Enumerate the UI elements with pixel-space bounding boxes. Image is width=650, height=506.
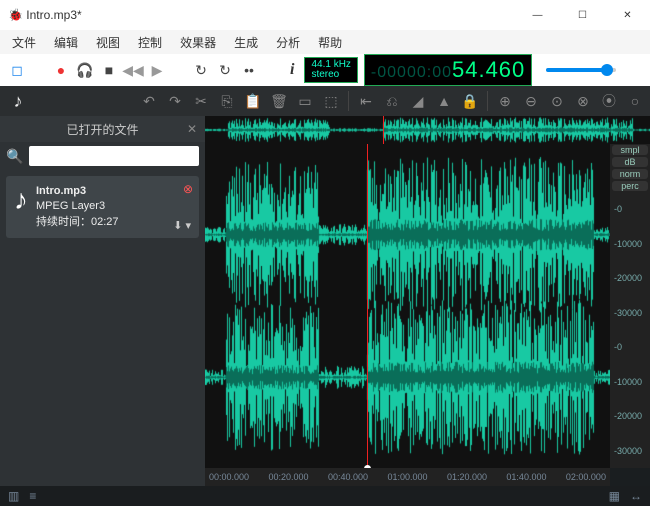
rewind-button[interactable]: ◀◀ <box>124 61 142 79</box>
statusbar: ▥ ≡ ▦ ↔ <box>0 486 650 506</box>
sidebar-title: 已打开的文件 <box>66 121 138 138</box>
edit-toolbar: ♪ ↶ ↷ ✂ ⎘ 📋 🗑 ▭ ⬚ ⇤ ⎌ ◢ ▲ 🔒 ⊕ ⊖ ⊙ ⊗ ⦿ ○ <box>0 86 650 116</box>
zoom-out-button[interactable]: ⊖ <box>522 93 540 110</box>
file-close-icon[interactable]: ⊗ <box>183 182 193 196</box>
menu-view[interactable]: 视图 <box>88 32 128 53</box>
more-button[interactable]: •• <box>240 61 258 79</box>
zoom-in-button[interactable]: ⊕ <box>496 93 514 110</box>
menubar: 文件 编辑 视图 控制 效果器 生成 分析 帮助 <box>0 30 650 54</box>
zoom-sel-button[interactable]: ⊗ <box>574 93 592 110</box>
scale-tick: -0 <box>614 342 622 352</box>
time-tick: 01:20.000 <box>447 472 487 482</box>
time-tick: 00:00.000 <box>209 472 249 482</box>
paste-button[interactable]: 📋 <box>244 93 262 110</box>
amplitude-scale: smpl dB norm perc -0 -10000 -20000 -30000 -0… <box>610 144 650 468</box>
menu-control[interactable]: 控制 <box>130 32 170 53</box>
scale-tick: -20000 <box>614 273 642 283</box>
menu-edit[interactable]: 编辑 <box>46 32 86 53</box>
window-title: Intro.mp3* <box>26 8 81 22</box>
sidebar-close-icon[interactable]: ✕ <box>187 122 197 136</box>
menu-help[interactable]: 帮助 <box>310 32 350 53</box>
time-tick: 01:40.000 <box>506 472 546 482</box>
status-icon-1[interactable]: ▥ <box>8 489 19 503</box>
fade1-button[interactable]: ⇤ <box>357 93 375 110</box>
status-icon-3[interactable]: ▦ <box>609 489 620 503</box>
search-icon[interactable]: 🔍 <box>6 148 23 165</box>
zoom-fit-button[interactable]: ⊙ <box>548 93 566 110</box>
channel-mode: stereo <box>311 70 350 80</box>
menu-effects[interactable]: 效果器 <box>172 32 224 53</box>
sidebar-header: 已打开的文件 ✕ <box>0 116 205 142</box>
status-icon-2[interactable]: ≡ <box>29 489 36 503</box>
time-tick: 02:00.000 <box>566 472 606 482</box>
loop1-button[interactable]: ↻ <box>192 61 210 79</box>
timecode-low: 54.460 <box>452 57 525 83</box>
overview-playhead[interactable] <box>383 116 384 144</box>
overview-waveform[interactable] <box>205 116 650 144</box>
select-button[interactable]: ⬚ <box>322 93 340 110</box>
time-tick: 00:40.000 <box>328 472 368 482</box>
file-duration: 持续时间：02:27 <box>36 215 191 230</box>
time-tick: 01:00.000 <box>387 472 427 482</box>
scale-mode-perc[interactable]: perc <box>612 181 648 191</box>
timecode-display: -00000:00 54.460 <box>364 54 532 86</box>
undo-button[interactable]: ↶ <box>140 93 158 110</box>
menu-analyze[interactable]: 分析 <box>268 32 308 53</box>
menu-generate[interactable]: 生成 <box>226 32 266 53</box>
fade4-button[interactable]: ▲ <box>435 93 453 109</box>
stop-button[interactable]: ■ <box>100 61 118 79</box>
time-tick: 00:20.000 <box>268 472 308 482</box>
scale-mode-smpl[interactable]: smpl <box>612 145 648 155</box>
record-button[interactable]: ● <box>52 61 70 79</box>
play-button[interactable]: ▶ <box>148 61 166 79</box>
lock-button[interactable]: 🔒 <box>461 93 479 110</box>
file-card[interactable]: ♪ Intro.mp3 MPEG Layer3 持续时间：02:27 ⊗ ⬇ ▾ <box>6 176 199 238</box>
maximize-button[interactable]: ☐ <box>560 0 605 30</box>
file-codec: MPEG Layer3 <box>36 199 191 214</box>
crop-button[interactable]: ▭ <box>296 93 314 110</box>
monitor-button[interactable]: 🎧 <box>76 61 94 79</box>
app-icon: 🐞 <box>8 8 23 22</box>
fade2-button[interactable]: ⎌ <box>383 93 401 110</box>
scale-tick: -30000 <box>614 446 642 456</box>
search-input[interactable] <box>29 146 199 166</box>
file-note-icon: ♪ <box>14 184 28 230</box>
minimize-button[interactable]: — <box>515 0 560 30</box>
file-title: Intro.mp3 <box>36 184 191 199</box>
loop-region-icon[interactable]: ◻ <box>8 61 26 79</box>
status-icon-4[interactable]: ↔ <box>630 489 642 503</box>
scale-tick: -0 <box>614 204 622 214</box>
sidebar: 已打开的文件 ✕ 🔍 ♪ Intro.mp3 MPEG Layer3 持续时间：… <box>0 116 205 486</box>
fade3-button[interactable]: ◢ <box>409 93 427 110</box>
tool1-button[interactable]: ⦿ <box>600 91 618 111</box>
redo-button[interactable]: ↷ <box>166 93 184 110</box>
info-icon[interactable]: i <box>290 61 294 79</box>
delete-button[interactable]: 🗑 <box>270 93 288 110</box>
file-download-icon[interactable]: ⬇ ▾ <box>173 219 191 232</box>
close-button[interactable]: ✕ <box>605 0 650 30</box>
scale-tick: -30000 <box>614 308 642 318</box>
scale-tick: -10000 <box>614 239 642 249</box>
main-waveform[interactable] <box>205 144 610 468</box>
tool2-button[interactable]: ○ <box>626 93 644 109</box>
playhead[interactable] <box>367 144 368 468</box>
scale-tick: -10000 <box>614 377 642 387</box>
timecode-high: -00000:00 <box>371 64 452 82</box>
menu-file[interactable]: 文件 <box>4 32 44 53</box>
track-note-icon: ♪ <box>6 91 30 112</box>
transport-toolbar: ◻ ● 🎧 ■ ◀◀ ▶ ↻ ↻ •• i 44.1 kHz stereo -0… <box>0 54 650 86</box>
loop2-button[interactable]: ↻ <box>216 61 234 79</box>
scale-mode-db[interactable]: dB <box>612 157 648 167</box>
copy-button[interactable]: ⎘ <box>218 93 236 110</box>
time-ruler[interactable]: 00:00.000 00:20.000 00:40.000 01:00.000 01:2… <box>205 468 610 486</box>
scale-tick: -20000 <box>614 411 642 421</box>
volume-slider[interactable] <box>546 68 616 72</box>
scale-mode-norm[interactable]: norm <box>612 169 648 179</box>
format-display: 44.1 kHz stereo <box>304 57 357 83</box>
waveform-area[interactable]: smpl dB norm perc -0 -10000 -20000 -30000 -0… <box>205 116 650 486</box>
cut-button[interactable]: ✂ <box>192 93 210 110</box>
